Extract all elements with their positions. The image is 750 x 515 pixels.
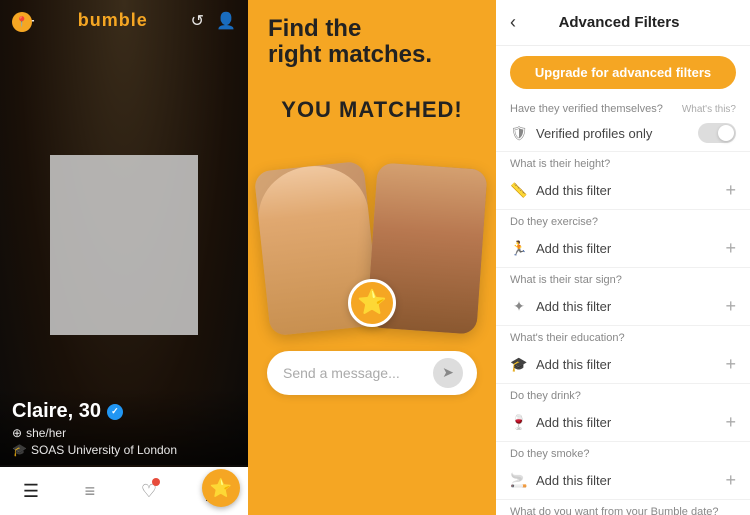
drink-filter-icon: 🍷 bbox=[510, 414, 528, 431]
message-placeholder: Send a message... bbox=[283, 365, 400, 381]
education-icon: 🎓 bbox=[12, 443, 27, 457]
nav-profile[interactable]: ☰ bbox=[23, 481, 39, 502]
drink-filter-row[interactable]: 🍷 Add this filter + bbox=[496, 404, 750, 442]
height-section-label: What is their height? bbox=[496, 152, 750, 172]
match-photos: ⭐ bbox=[262, 131, 482, 331]
starsign-filter-row[interactable]: ✦ Add this filter + bbox=[496, 288, 750, 326]
intent-section-label: What do you want from your Bumble date? bbox=[496, 500, 750, 515]
smoke-filter-label: Add this filter bbox=[536, 473, 611, 488]
smoke-filter-left: 🚬 Add this filter bbox=[510, 472, 725, 489]
whats-this-link[interactable]: What's this? bbox=[682, 104, 736, 115]
height-filter-label: Add this filter bbox=[536, 183, 611, 198]
drink-section-label: Do they drink? bbox=[496, 384, 750, 404]
drink-filter-left: 🍷 Add this filter bbox=[510, 414, 725, 431]
exercise-filter-label: Add this filter bbox=[536, 241, 611, 256]
gender-icon: ⊕ bbox=[12, 426, 22, 440]
exercise-filter-row[interactable]: 🏃 Add this filter + bbox=[496, 230, 750, 268]
settings-icon[interactable]: ↺ bbox=[191, 11, 204, 31]
education-section-label: What's their education? bbox=[496, 326, 750, 346]
profile-pronouns: ⊕ she/her bbox=[12, 426, 236, 440]
verified-section-header: Have they verified themselves? What's th… bbox=[496, 99, 750, 115]
match-find-text: Find the right matches. bbox=[268, 16, 476, 69]
profile-name: Claire, 30 ✓ bbox=[12, 400, 236, 423]
drink-filter-add-icon[interactable]: + bbox=[725, 412, 736, 433]
starsign-filter-left: ✦ Add this filter bbox=[510, 298, 725, 315]
match-star-icon: ⭐ bbox=[348, 279, 396, 327]
verified-filter-icon: 🛡 bbox=[510, 125, 528, 142]
education-filter-icon: 🎓 bbox=[510, 356, 528, 373]
starsign-filter-add-icon[interactable]: + bbox=[725, 296, 736, 317]
starsign-filter-label: Add this filter bbox=[536, 299, 611, 314]
height-filter-left: 📏 Add this filter bbox=[510, 182, 725, 199]
verified-filter-row: 🛡 Verified profiles only bbox=[496, 115, 750, 152]
height-filter-row[interactable]: 📏 Add this filter + bbox=[496, 172, 750, 210]
exercise-filter-icon: 🏃 bbox=[510, 240, 528, 257]
filters-header: ‹ Advanced Filters bbox=[496, 0, 750, 46]
filters-title: Advanced Filters bbox=[524, 14, 714, 31]
height-filter-add-icon[interactable]: + bbox=[725, 180, 736, 201]
profile-info: Claire, 30 ✓ ⊕ she/her 🎓 SOAS University… bbox=[0, 388, 248, 465]
message-input-box[interactable]: Send a message... ➤ bbox=[267, 351, 477, 395]
height-filter-icon: 📏 bbox=[510, 182, 528, 199]
education-filter-row[interactable]: 🎓 Add this filter + bbox=[496, 346, 750, 384]
smoke-section-label: Do they smoke? bbox=[496, 442, 750, 462]
verified-badge: ✓ bbox=[107, 404, 123, 420]
education-filter-add-icon[interactable]: + bbox=[725, 354, 736, 375]
filter-list: Have they verified themselves? What's th… bbox=[496, 99, 750, 515]
education-filter-left: 🎓 Add this filter bbox=[510, 356, 725, 373]
nav-heart[interactable]: ♡ bbox=[141, 481, 157, 502]
starsign-section-label: What is their star sign? bbox=[496, 268, 750, 288]
verified-filter-left: 🛡 Verified profiles only bbox=[510, 125, 698, 142]
starsign-filter-icon: ✦ bbox=[510, 298, 528, 315]
verified-toggle[interactable] bbox=[698, 123, 736, 143]
matched-title: YOU MATCHED! bbox=[281, 97, 462, 123]
exercise-filter-left: 🏃 Add this filter bbox=[510, 240, 725, 257]
filters-back-button[interactable]: ‹ bbox=[510, 12, 516, 33]
nav-menu[interactable]: ≡ bbox=[85, 481, 96, 502]
profile-education: 🎓 SOAS University of London bbox=[12, 443, 236, 457]
verified-filter-label: Verified profiles only bbox=[536, 126, 652, 141]
match-header: Find the right matches. bbox=[248, 0, 496, 73]
filters-panel: ‹ Advanced Filters Upgrade for advanced … bbox=[496, 0, 750, 515]
exercise-section-label: Do they exercise? bbox=[496, 210, 750, 230]
match-panel: Find the right matches. YOU MATCHED! ⭐ S… bbox=[248, 0, 496, 515]
bumble-logo: bumble bbox=[78, 10, 148, 31]
profile-top-bar: ⟵ bumble ↺ 👤 bbox=[0, 0, 248, 41]
profile-photo-blur bbox=[50, 155, 199, 335]
send-button[interactable]: ➤ bbox=[433, 358, 463, 388]
verified-section-label: Have they verified themselves? bbox=[510, 103, 663, 115]
profile-avatar-icon[interactable]: 👤 bbox=[216, 11, 236, 31]
upgrade-button[interactable]: Upgrade for advanced filters bbox=[510, 56, 736, 89]
drink-filter-label: Add this filter bbox=[536, 415, 611, 430]
smoke-filter-icon: 🚬 bbox=[510, 472, 528, 489]
location-icon: 📍 bbox=[12, 12, 32, 32]
smoke-filter-add-icon[interactable]: + bbox=[725, 470, 736, 491]
exercise-filter-add-icon[interactable]: + bbox=[725, 238, 736, 259]
superswipe-button[interactable]: ⭐ bbox=[202, 469, 240, 507]
education-filter-label: Add this filter bbox=[536, 357, 611, 372]
profile-panel: ⟵ bumble ↺ 👤 📍 Claire, 30 ✓ ⊕ she/her 🎓 … bbox=[0, 0, 248, 515]
notification-dot bbox=[152, 478, 160, 486]
smoke-filter-row[interactable]: 🚬 Add this filter + bbox=[496, 462, 750, 500]
